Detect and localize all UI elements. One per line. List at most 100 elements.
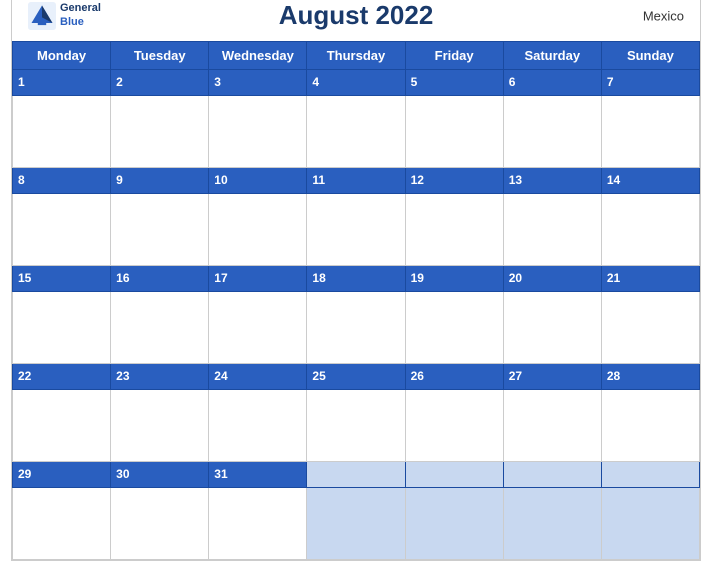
date-cell: 7	[601, 70, 699, 96]
calendar-grid: Monday Tuesday Wednesday Thursday Friday…	[12, 41, 700, 560]
weekday-monday: Monday	[13, 42, 111, 70]
date-cell: 6	[503, 70, 601, 96]
date-number: 9	[116, 173, 123, 187]
calendar-header: General Blue August 2022 Mexico	[12, 0, 700, 41]
date-cell: 24	[209, 364, 307, 390]
date-cell: 29	[13, 462, 111, 488]
date-number: 3	[214, 75, 221, 89]
date-number: 4	[312, 75, 319, 89]
logo-text: General Blue	[60, 2, 101, 28]
date-content-cell	[209, 390, 307, 462]
date-content-cell	[209, 292, 307, 364]
date-cell: 2	[111, 70, 209, 96]
date-cell	[307, 462, 405, 488]
date-number: 22	[18, 369, 31, 383]
date-number: 20	[509, 271, 522, 285]
date-cell: 18	[307, 266, 405, 292]
weekday-thursday: Thursday	[307, 42, 405, 70]
date-content-cell	[503, 488, 601, 560]
date-cell: 27	[503, 364, 601, 390]
date-number: 2	[116, 75, 123, 89]
date-number: 12	[411, 173, 424, 187]
date-cell	[601, 462, 699, 488]
date-content-cell	[307, 96, 405, 168]
date-content-cell	[307, 194, 405, 266]
date-number: 13	[509, 173, 522, 187]
date-number: 21	[607, 271, 620, 285]
date-content-cell	[111, 390, 209, 462]
date-cell: 21	[601, 266, 699, 292]
date-number: 8	[18, 173, 25, 187]
date-number: 26	[411, 369, 424, 383]
date-cell: 30	[111, 462, 209, 488]
date-cell: 15	[13, 266, 111, 292]
date-number: 23	[116, 369, 129, 383]
date-number: 30	[116, 467, 129, 481]
date-content-cell	[503, 194, 601, 266]
logo-area: General Blue	[28, 2, 101, 30]
date-content-cell	[601, 292, 699, 364]
date-content-cell	[13, 194, 111, 266]
date-cell: 4	[307, 70, 405, 96]
date-cell: 16	[111, 266, 209, 292]
date-content-cell	[13, 292, 111, 364]
weekday-wednesday: Wednesday	[209, 42, 307, 70]
date-content-cell	[503, 292, 601, 364]
date-content-cell	[405, 194, 503, 266]
date-cell: 31	[209, 462, 307, 488]
date-number: 31	[214, 467, 227, 481]
date-cell: 1	[13, 70, 111, 96]
date-number: 7	[607, 75, 614, 89]
date-number: 25	[312, 369, 325, 383]
date-cell	[503, 462, 601, 488]
date-content-row	[13, 488, 700, 560]
calendar-container: General Blue August 2022 Mexico Monday T…	[11, 0, 701, 561]
date-cell: 25	[307, 364, 405, 390]
weekday-tuesday: Tuesday	[111, 42, 209, 70]
date-content-row	[13, 292, 700, 364]
date-number-row: 22232425262728	[13, 364, 700, 390]
date-content-cell	[111, 488, 209, 560]
date-number: 14	[607, 173, 620, 187]
date-cell: 23	[111, 364, 209, 390]
date-cell: 8	[13, 168, 111, 194]
date-number: 1	[18, 75, 25, 89]
date-cell: 5	[405, 70, 503, 96]
date-content-cell	[601, 96, 699, 168]
date-content-row	[13, 194, 700, 266]
date-cell: 12	[405, 168, 503, 194]
date-cell: 10	[209, 168, 307, 194]
date-number: 18	[312, 271, 325, 285]
date-content-cell	[405, 390, 503, 462]
date-number-row: 1 2 3 4 5 6 7	[13, 70, 700, 96]
date-number: 10	[214, 173, 227, 187]
date-content-cell	[111, 96, 209, 168]
date-content-cell	[503, 390, 601, 462]
weekday-friday: Friday	[405, 42, 503, 70]
date-number: 6	[509, 75, 516, 89]
date-cell: 14	[601, 168, 699, 194]
date-content-cell	[601, 194, 699, 266]
generalblue-logo-icon	[28, 2, 56, 30]
date-content-cell	[307, 488, 405, 560]
date-number: 17	[214, 271, 227, 285]
month-title: August 2022	[279, 0, 434, 31]
date-number: 29	[18, 467, 31, 481]
date-number: 5	[411, 75, 418, 89]
date-number: 24	[214, 369, 227, 383]
date-content-cell	[209, 488, 307, 560]
date-number: 15	[18, 271, 31, 285]
date-cell: 26	[405, 364, 503, 390]
date-number-row: 15 16 17 18 19 20 21	[13, 266, 700, 292]
date-content-cell	[209, 96, 307, 168]
date-cell	[405, 462, 503, 488]
date-content-cell	[503, 96, 601, 168]
date-cell: 13	[503, 168, 601, 194]
country-label: Mexico	[643, 8, 684, 23]
date-content-cell	[13, 96, 111, 168]
date-cell: 19	[405, 266, 503, 292]
date-content-cell	[209, 194, 307, 266]
date-cell: 17	[209, 266, 307, 292]
weekday-sunday: Sunday	[601, 42, 699, 70]
date-number-row: 891011121314	[13, 168, 700, 194]
